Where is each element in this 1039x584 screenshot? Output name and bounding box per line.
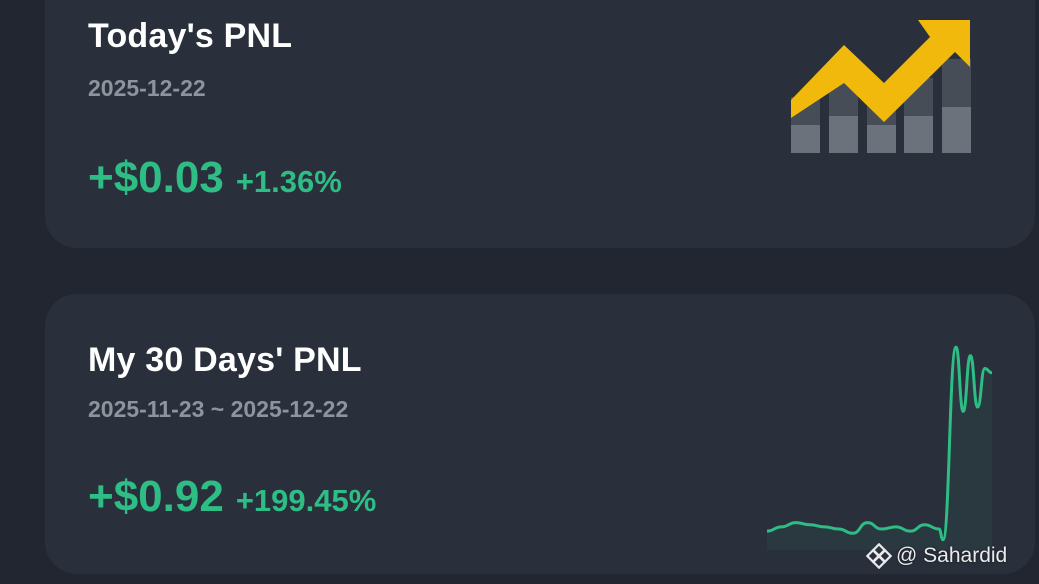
- thirty-day-pnl-percent: +199.45%: [235, 483, 377, 518]
- thirty-day-pnl-date-range: 2025-11-23 ~ 2025-12-22: [88, 396, 349, 422]
- today-pnl-card[interactable]: Today's PNL 2025-12-22 +$0.03 +1.36%: [45, 0, 1035, 248]
- thirty-day-pnl-card[interactable]: My 30 Days' PNL 2025-11-23 ~ 2025-12-22 …: [45, 294, 1035, 574]
- binance-logo-icon: [866, 543, 892, 569]
- thirty-day-pnl-amount: +$0.92: [88, 472, 224, 521]
- thirty-day-pnl-values: +$0.92 +199.45%: [88, 472, 376, 522]
- today-pnl-values: +$0.03 +1.36%: [88, 153, 342, 203]
- rising-bar-chart-icon: [791, 20, 971, 153]
- pnl-page: Today's PNL 2025-12-22 +$0.03 +1.36% My …: [0, 0, 1039, 584]
- thirty-day-pnl-title: My 30 Days' PNL: [88, 341, 362, 379]
- today-pnl-date: 2025-12-22: [88, 75, 206, 101]
- today-pnl-amount: +$0.03: [88, 153, 224, 202]
- bar-5: [942, 59, 971, 153]
- pnl-sparkline-chart: [767, 345, 993, 550]
- watermark-text: @ Sahardid: [896, 544, 1008, 567]
- today-pnl-title: Today's PNL: [88, 17, 293, 55]
- today-pnl-percent: +1.36%: [235, 164, 342, 199]
- watermark: @ Sahardid: [866, 543, 1007, 569]
